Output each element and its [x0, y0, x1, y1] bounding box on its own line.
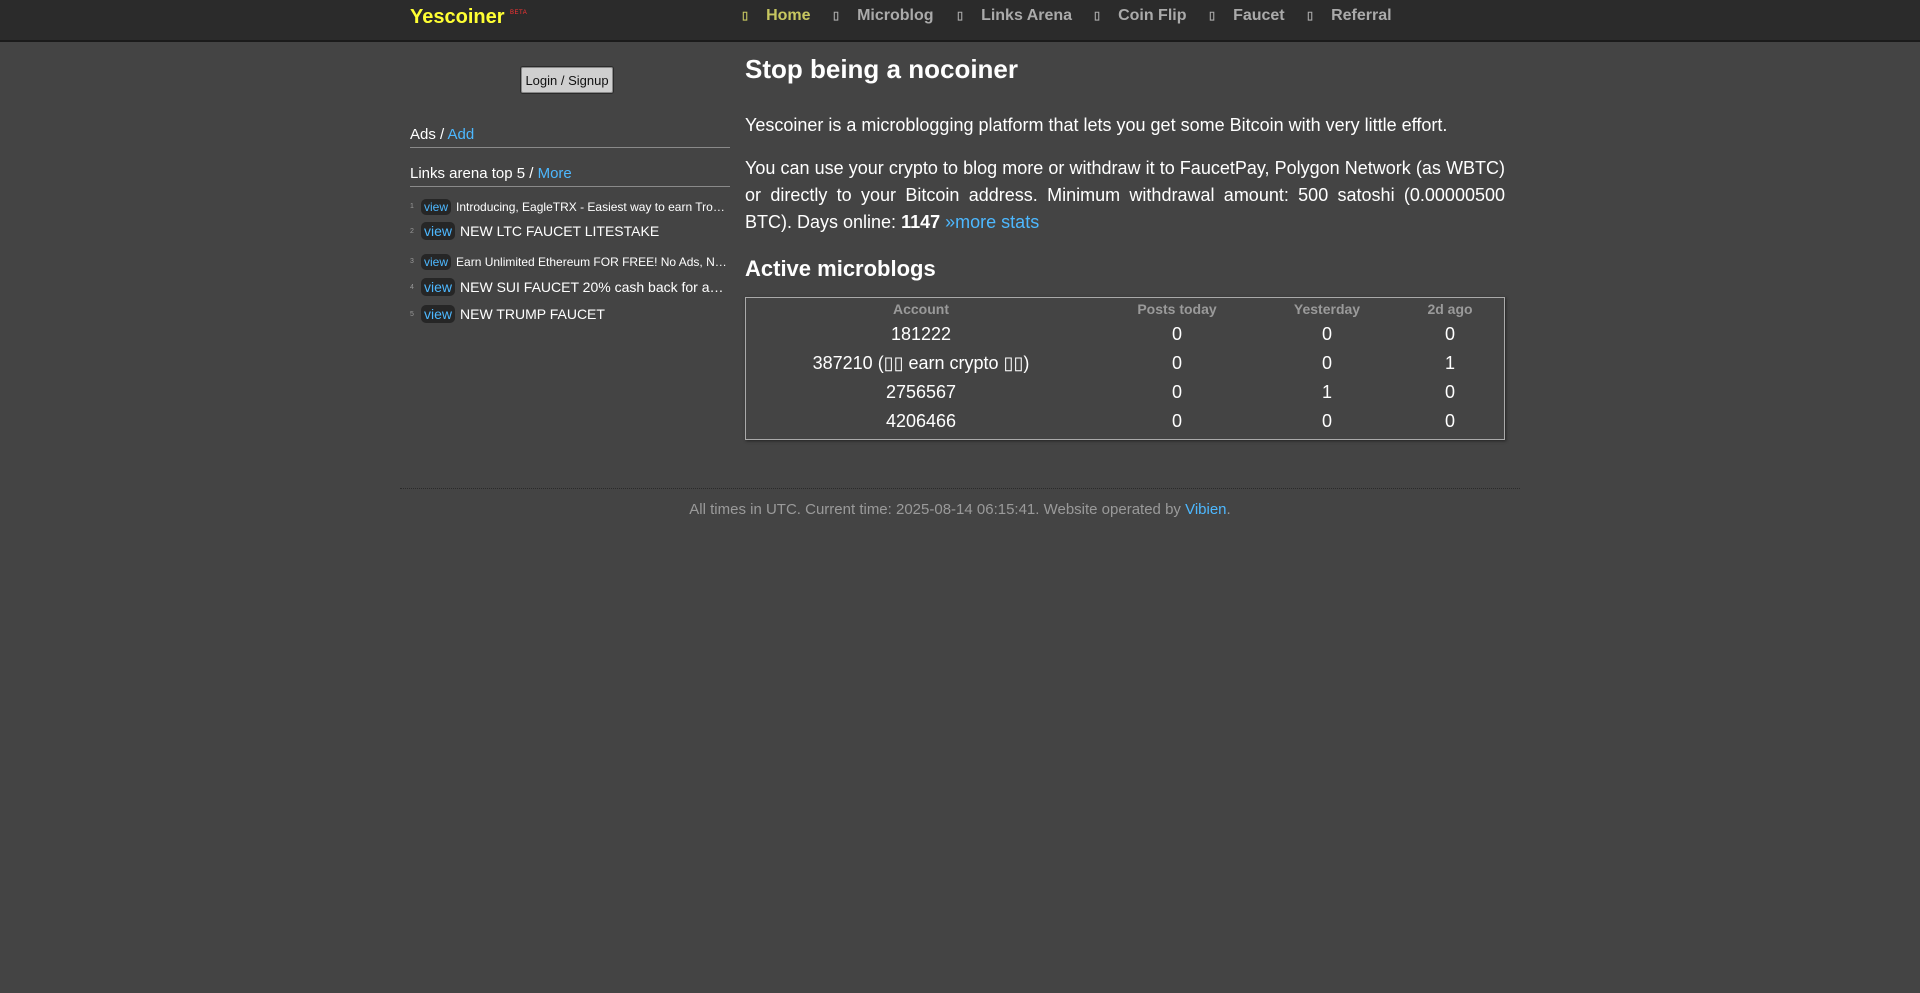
table-row: 2756567 0 1 0 — [746, 378, 1504, 407]
table-header-row: Account Posts today Yesterday 2d ago — [746, 298, 1504, 320]
list-item: 5 view NEW TRUMP FAUCET — [410, 305, 730, 323]
home-icon: ▯ — [742, 10, 749, 22]
coin-icon: ▯ — [1094, 10, 1101, 22]
login-signup-button[interactable]: Login / Signup — [520, 66, 614, 94]
column-header-yesterday: Yesterday — [1293, 301, 1361, 317]
account-cell[interactable]: 4206466 — [746, 407, 1096, 436]
beta-badge: BETA — [510, 10, 528, 16]
yesterday-cell: 0 — [1321, 411, 1332, 431]
faucet-icon: ▯ — [1209, 10, 1216, 22]
link-rank: 3 — [410, 258, 414, 266]
link-title[interactable]: Introducing, EagleTRX - Easiest way to e… — [456, 200, 728, 214]
info-text: You can use your crypto to blog more or … — [745, 155, 1505, 236]
nav-microblog-label: Microblog — [857, 7, 934, 24]
table-row: 181222 0 0 0 — [746, 320, 1504, 349]
nav-home-label: Home — [766, 7, 811, 24]
two-days-ago-cell: 1 — [1444, 353, 1455, 373]
nav-referral-label: Referral — [1331, 7, 1392, 24]
link-title[interactable]: Earn Unlimited Ethereum FOR FREE! No Ads… — [456, 255, 728, 269]
active-microblogs-title: Active microblogs — [745, 256, 936, 281]
operator-link[interactable]: Vibien — [1185, 501, 1226, 518]
top-navbar: Yescoiner BETA ▯ Home ▯ Microblog ▯ Links A… — [0, 0, 1920, 42]
view-link-button[interactable]: view — [421, 253, 452, 270]
ads-heading: Ads / Add — [410, 126, 730, 148]
column-header-account: Account — [893, 301, 949, 317]
days-online-value: 1147 — [901, 212, 941, 232]
nav-home[interactable]: ▯ Home — [742, 7, 811, 25]
nav-links-arena-label: Links Arena — [981, 7, 1073, 24]
link-title[interactable]: NEW SUI FAUCET 20% cash back for all use… — [460, 279, 725, 295]
nav-coin-flip[interactable]: ▯ Coin Flip — [1094, 7, 1187, 25]
account-cell[interactable]: 2756567 — [746, 378, 1096, 407]
info-body: You can use your crypto to blog more or … — [745, 158, 1505, 232]
view-link-button[interactable]: view — [421, 198, 452, 215]
links-icon: ▯ — [957, 10, 964, 22]
link-rank: 2 — [410, 227, 414, 235]
nav-links-arena[interactable]: ▯ Links Arena — [957, 7, 1072, 25]
link-rank: 1 — [410, 203, 414, 211]
page-title: Stop being a nocoiner — [745, 54, 1019, 84]
view-link-button[interactable]: view — [421, 305, 456, 323]
list-item: 2 view NEW LTC FAUCET LITESTAKE — [410, 222, 730, 240]
nav-coin-flip-label: Coin Flip — [1118, 7, 1187, 24]
nav-faucet-label: Faucet — [1233, 7, 1285, 24]
add-ad-link[interactable]: Add — [448, 126, 475, 143]
view-link-button[interactable]: view — [421, 278, 456, 296]
more-stats-link[interactable]: »more stats — [945, 212, 1039, 232]
column-header-posts-today: Posts today — [1137, 301, 1217, 317]
two-days-ago-cell: 0 — [1444, 324, 1455, 344]
posts-today-cell: 0 — [1171, 353, 1182, 373]
links-arena-label: Links arena top 5 / — [410, 165, 534, 182]
footer-divider — [400, 488, 1520, 489]
table-row: 4206466 0 0 0 — [746, 407, 1504, 436]
table-row: 387210 (▯▯ earn crypto ▯▯) 0 0 1 — [746, 349, 1504, 378]
microblogs-table: Account Posts today Yesterday 2d ago 181… — [745, 297, 1505, 440]
microblog-icon: ▯ — [833, 10, 840, 22]
view-link-button[interactable]: view — [421, 222, 456, 240]
two-days-ago-cell: 0 — [1444, 411, 1455, 431]
link-title[interactable]: NEW TRUMP FAUCET — [460, 306, 605, 322]
footer-end: . — [1226, 501, 1231, 518]
list-item: 3 view Earn Unlimited Ethereum FOR FREE! N… — [410, 253, 730, 271]
list-item: 4 view NEW SUI FAUCET 20% cash back for al… — [410, 278, 730, 296]
link-rank: 4 — [410, 283, 414, 291]
nav-referral[interactable]: ▯ Referral — [1307, 7, 1392, 25]
more-links-link[interactable]: More — [538, 165, 572, 182]
links-arena-heading: Links arena top 5 / More — [410, 165, 730, 187]
nav-microblog[interactable]: ▯ Microblog — [833, 7, 934, 25]
account-cell[interactable]: 387210 (▯▯ earn crypto ▯▯) — [746, 349, 1096, 378]
intro-text: Yescoiner is a microblogging platform th… — [745, 115, 1448, 135]
account-cell[interactable]: 181222 — [746, 320, 1096, 349]
footer: All times in UTC. Current time: 2025-08-… — [0, 501, 1920, 518]
yesterday-cell: 1 — [1321, 382, 1332, 402]
footer-text: All times in UTC. Current time: 2025-08-… — [689, 501, 1181, 518]
referral-icon: ▯ — [1307, 10, 1314, 22]
column-header-2d-ago: 2d ago — [1427, 301, 1473, 317]
posts-today-cell: 0 — [1171, 324, 1182, 344]
posts-today-cell: 0 — [1171, 411, 1182, 431]
nav-faucet[interactable]: ▯ Faucet — [1209, 7, 1285, 25]
ads-label: Ads / — [410, 126, 445, 143]
link-rank: 5 — [410, 310, 414, 318]
yesterday-cell: 0 — [1321, 353, 1332, 373]
two-days-ago-cell: 0 — [1444, 382, 1455, 402]
site-logo[interactable]: Yescoiner — [410, 6, 505, 29]
posts-today-cell: 0 — [1171, 382, 1182, 402]
yesterday-cell: 0 — [1321, 324, 1332, 344]
list-item: 1 view Introducing, EagleTRX - Easiest way… — [410, 198, 730, 216]
link-title[interactable]: NEW LTC FAUCET LITESTAKE — [460, 223, 659, 239]
